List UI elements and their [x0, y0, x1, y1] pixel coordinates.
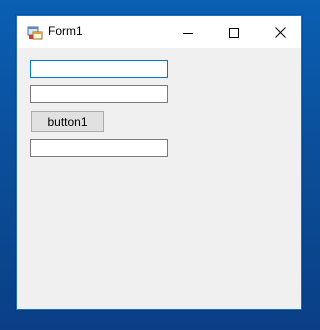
- form-app-icon: [27, 25, 43, 41]
- close-button[interactable]: [257, 16, 303, 48]
- window-title: Form1: [48, 24, 83, 38]
- maximize-button[interactable]: [211, 16, 257, 48]
- close-icon: [274, 23, 286, 42]
- form1-window: Form1 button1: [16, 15, 302, 310]
- minimize-button[interactable]: [165, 16, 211, 48]
- button1[interactable]: button1: [31, 111, 104, 132]
- form-client-area: button1: [17, 48, 301, 309]
- minimize-icon: [183, 23, 193, 42]
- maximize-icon: [229, 23, 239, 42]
- textbox3[interactable]: [30, 139, 168, 157]
- textbox1[interactable]: [30, 60, 168, 78]
- textbox2[interactable]: [30, 85, 168, 103]
- title-bar[interactable]: Form1: [17, 16, 301, 48]
